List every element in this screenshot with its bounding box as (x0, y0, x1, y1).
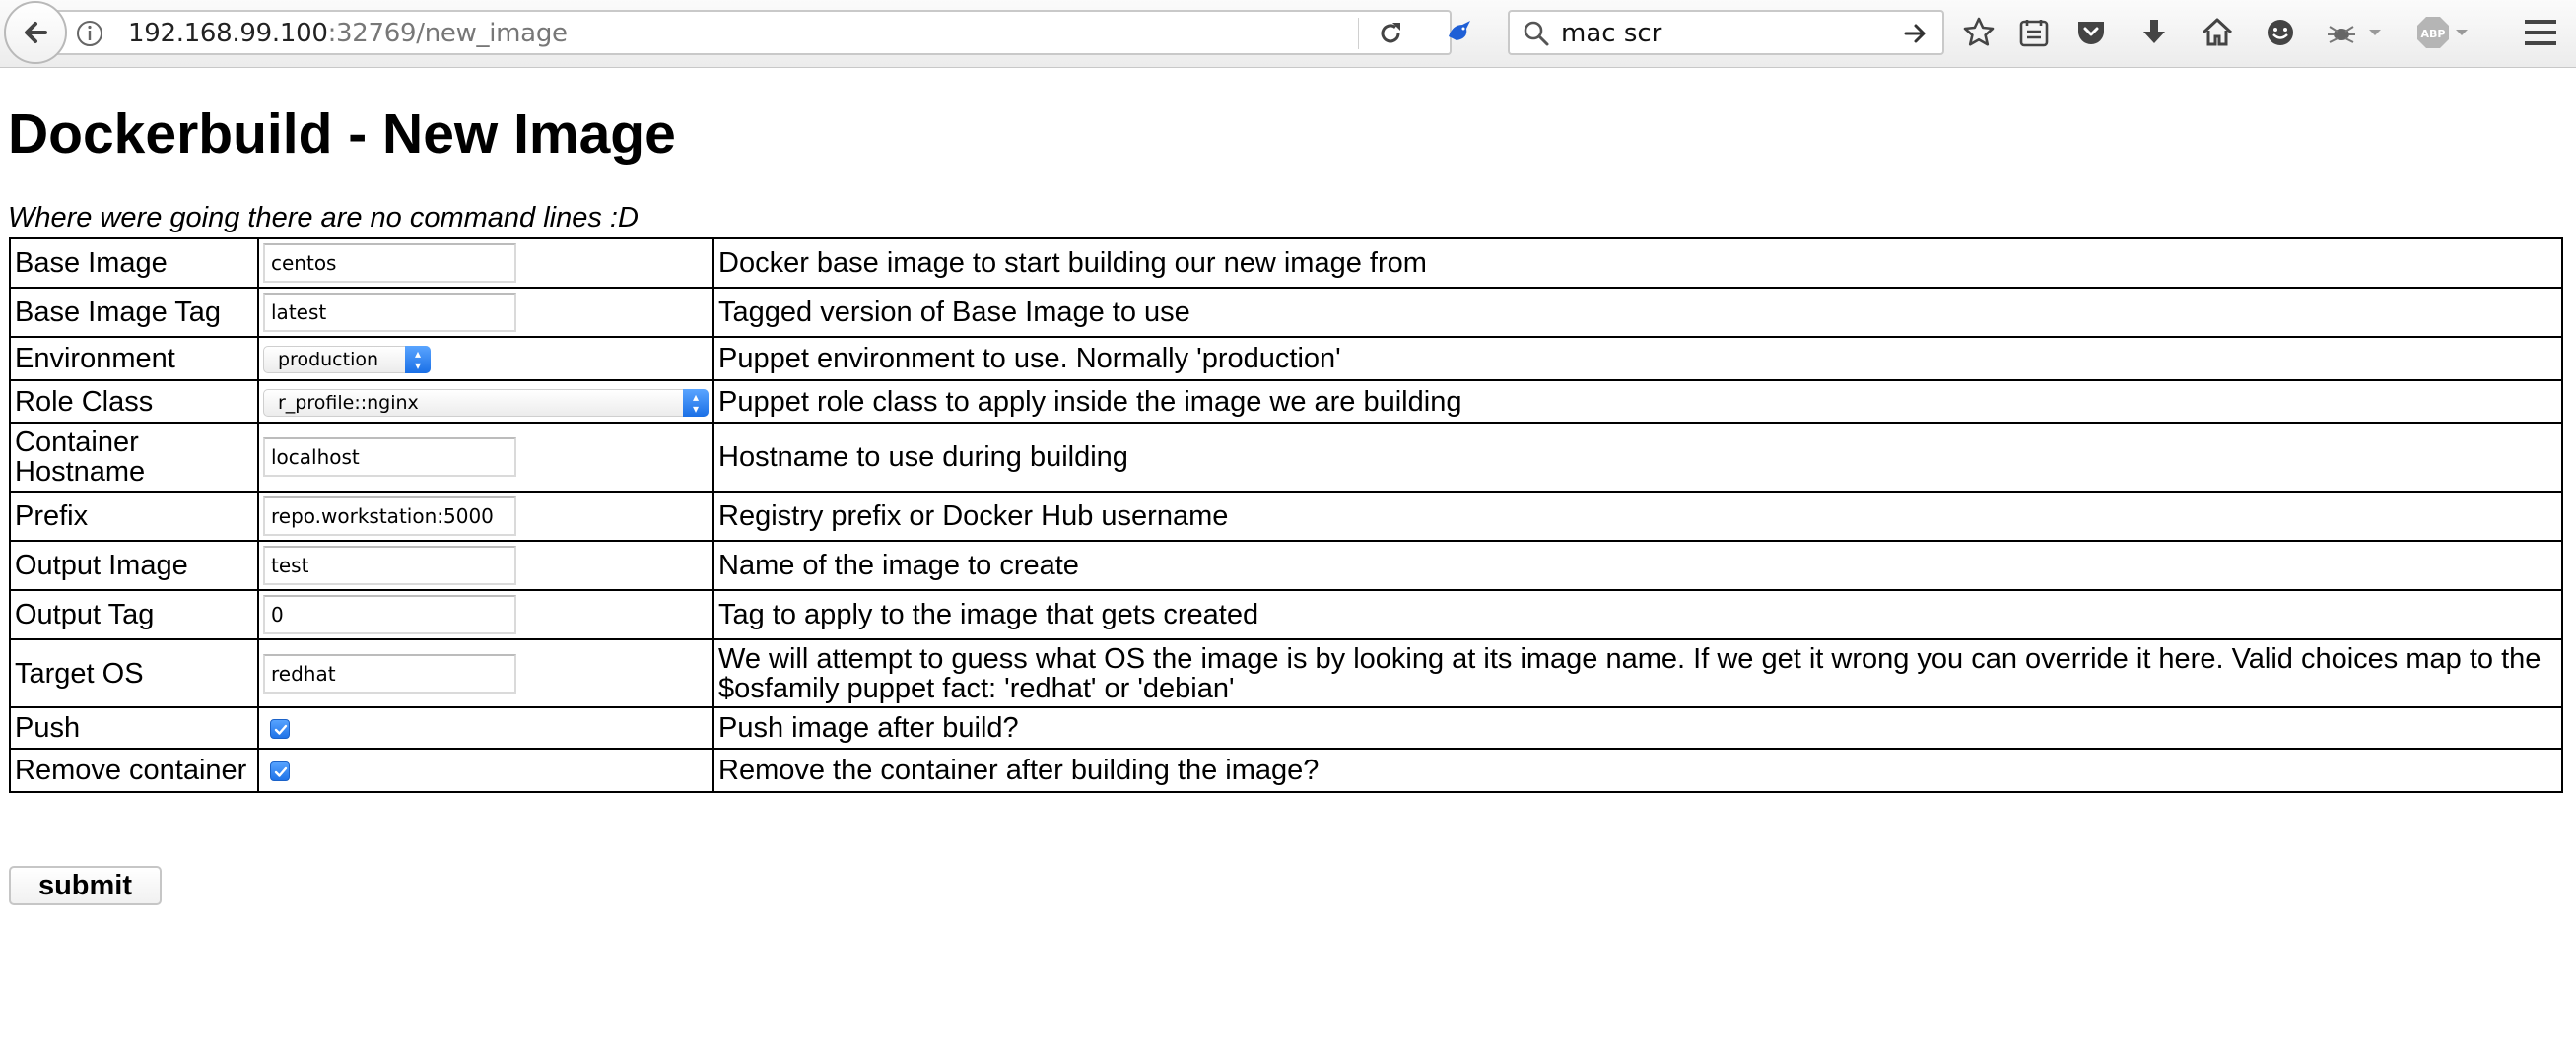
field-cell: centos (257, 237, 714, 289)
environment-select[interactable]: production ▴ ▾ (263, 346, 431, 374)
back-button[interactable] (4, 1, 67, 64)
row-label: Role Class (9, 379, 259, 424)
form-row-target-os: Target OS redhat We will attempt to gues… (9, 638, 2563, 708)
firebug-icon[interactable] (2321, 12, 2362, 53)
output-image-input[interactable]: test (263, 546, 516, 585)
row-description: Registry prefix or Docker Hub username (712, 491, 2563, 542)
search-bar[interactable]: mac scr (1508, 10, 1944, 55)
field-cell: production ▴ ▾ (257, 336, 714, 381)
row-description: Name of the image to create (712, 540, 2563, 591)
form-row-base-image-tag: Base Image Tag latest Tagged version of … (9, 287, 2563, 338)
bird-extension-icon[interactable] (1445, 17, 1474, 51)
adblock-dropdown-icon[interactable] (2451, 12, 2473, 53)
bookmark-star-icon[interactable] (1958, 12, 2000, 53)
search-input[interactable]: mac scr (1561, 19, 1661, 48)
checkmark-icon (274, 725, 288, 736)
form-row-base-image: Base Image centos Docker base image to s… (9, 237, 2563, 289)
row-description: Push image after build? (712, 706, 2563, 750)
base-image-tag-input[interactable]: latest (263, 293, 516, 332)
environment-select-value: production (278, 349, 379, 371)
page-tagline: Where were going there are no command li… (8, 202, 639, 233)
row-label: Target OS (9, 638, 259, 708)
push-checkbox[interactable] (270, 719, 290, 740)
url-divider (1358, 18, 1359, 49)
row-label: Output Image (9, 540, 259, 591)
role-class-select[interactable]: r_profile::nginx ▴ ▾ (263, 388, 709, 417)
url-text[interactable]: 192.168.99.100:32769/new_image (128, 19, 568, 48)
prefix-input[interactable]: repo.workstation:5000 (263, 496, 516, 536)
field-cell: redhat (257, 638, 714, 708)
hello-smiley-icon[interactable] (2260, 12, 2301, 53)
form-row-push: Push Push image after build? (9, 706, 2563, 750)
home-icon[interactable] (2197, 12, 2238, 53)
row-label: Push (9, 706, 259, 750)
row-label: Output Tag (9, 589, 259, 640)
form-row-role-class: Role Class r_profile::nginx ▴ ▾ Puppet ro… (9, 379, 2563, 424)
form-row-remove-container: Remove container Remove the container af… (9, 748, 2563, 793)
form-row-output-image: Output Image test Name of the image to c… (9, 540, 2563, 591)
form-row-prefix: Prefix repo.workstation:5000 Registry pr… (9, 491, 2563, 542)
address-bar[interactable]: 192.168.99.100:32769/new_image (45, 10, 1452, 55)
field-cell: repo.workstation:5000 (257, 491, 714, 542)
field-cell: 0 (257, 589, 714, 640)
firebug-dropdown-icon[interactable] (2364, 12, 2386, 53)
field-cell: r_profile::nginx ▴ ▾ (257, 379, 714, 424)
url-path: :32769/new_image (327, 19, 568, 48)
container-hostname-input[interactable]: localhost (263, 437, 516, 477)
field-cell: latest (257, 287, 714, 338)
form-row-container-hostname: Container Hostname localhost Hostname to… (9, 422, 2563, 493)
row-label: Prefix (9, 491, 259, 542)
info-icon[interactable] (75, 19, 104, 53)
row-label: Base Image (9, 237, 259, 289)
field-cell: localhost (257, 422, 714, 493)
downloads-icon[interactable] (2134, 12, 2175, 53)
row-description: Tag to apply to the image that gets crea… (712, 589, 2563, 640)
role-class-select-value: r_profile::nginx (278, 391, 419, 414)
row-description: Docker base image to start building our … (712, 237, 2563, 289)
submit-button[interactable]: submit (9, 866, 162, 905)
row-description: Tagged version of Base Image to use (712, 287, 2563, 338)
new-image-form-table: Base Image centos Docker base image to s… (9, 237, 2563, 793)
row-description: Puppet role class to apply inside the im… (712, 379, 2563, 424)
select-arrows-icon: ▴ ▾ (405, 346, 431, 374)
checkmark-icon (274, 767, 288, 778)
output-tag-input[interactable]: 0 (263, 595, 516, 634)
field-cell (257, 706, 714, 750)
search-icon (1522, 19, 1551, 53)
adblock-icon[interactable]: ABP (2412, 12, 2454, 53)
search-go-icon[interactable] (1901, 19, 1931, 53)
row-description: We will attempt to guess what OS the ima… (712, 638, 2563, 708)
target-os-input[interactable]: redhat (263, 653, 516, 694)
pocket-icon[interactable] (2070, 12, 2112, 53)
form-row-output-tag: Output Tag 0 Tag to apply to the image t… (9, 589, 2563, 640)
row-label: Remove container (9, 748, 259, 793)
row-label: Base Image Tag (9, 287, 259, 338)
row-label: Container Hostname (9, 422, 259, 493)
field-cell: test (257, 540, 714, 591)
row-description: Hostname to use during building (712, 422, 2563, 493)
url-host: 192.168.99.100 (128, 19, 328, 48)
row-description: Puppet environment to use. Normally 'pro… (712, 336, 2563, 381)
back-arrow-icon (25, 22, 47, 43)
menu-hamburger-icon[interactable] (2520, 12, 2561, 53)
svg-text:ABP: ABP (2421, 28, 2446, 40)
form-row-environment: Environment production ▴ ▾ Puppet environ… (9, 336, 2563, 381)
field-cell (257, 748, 714, 793)
row-description: Remove the container after building the … (712, 748, 2563, 793)
browser-toolbar: 192.168.99.100:32769/new_image mac scr A… (0, 0, 2576, 68)
reload-icon[interactable] (1376, 19, 1405, 53)
base-image-input[interactable]: centos (263, 243, 516, 283)
row-label: Environment (9, 336, 259, 381)
page-title: Dockerbuild - New Image (8, 102, 676, 165)
reading-list-icon[interactable] (2013, 12, 2055, 53)
remove-container-checkbox[interactable] (270, 761, 290, 782)
select-arrows-icon: ▴ ▾ (683, 388, 709, 417)
